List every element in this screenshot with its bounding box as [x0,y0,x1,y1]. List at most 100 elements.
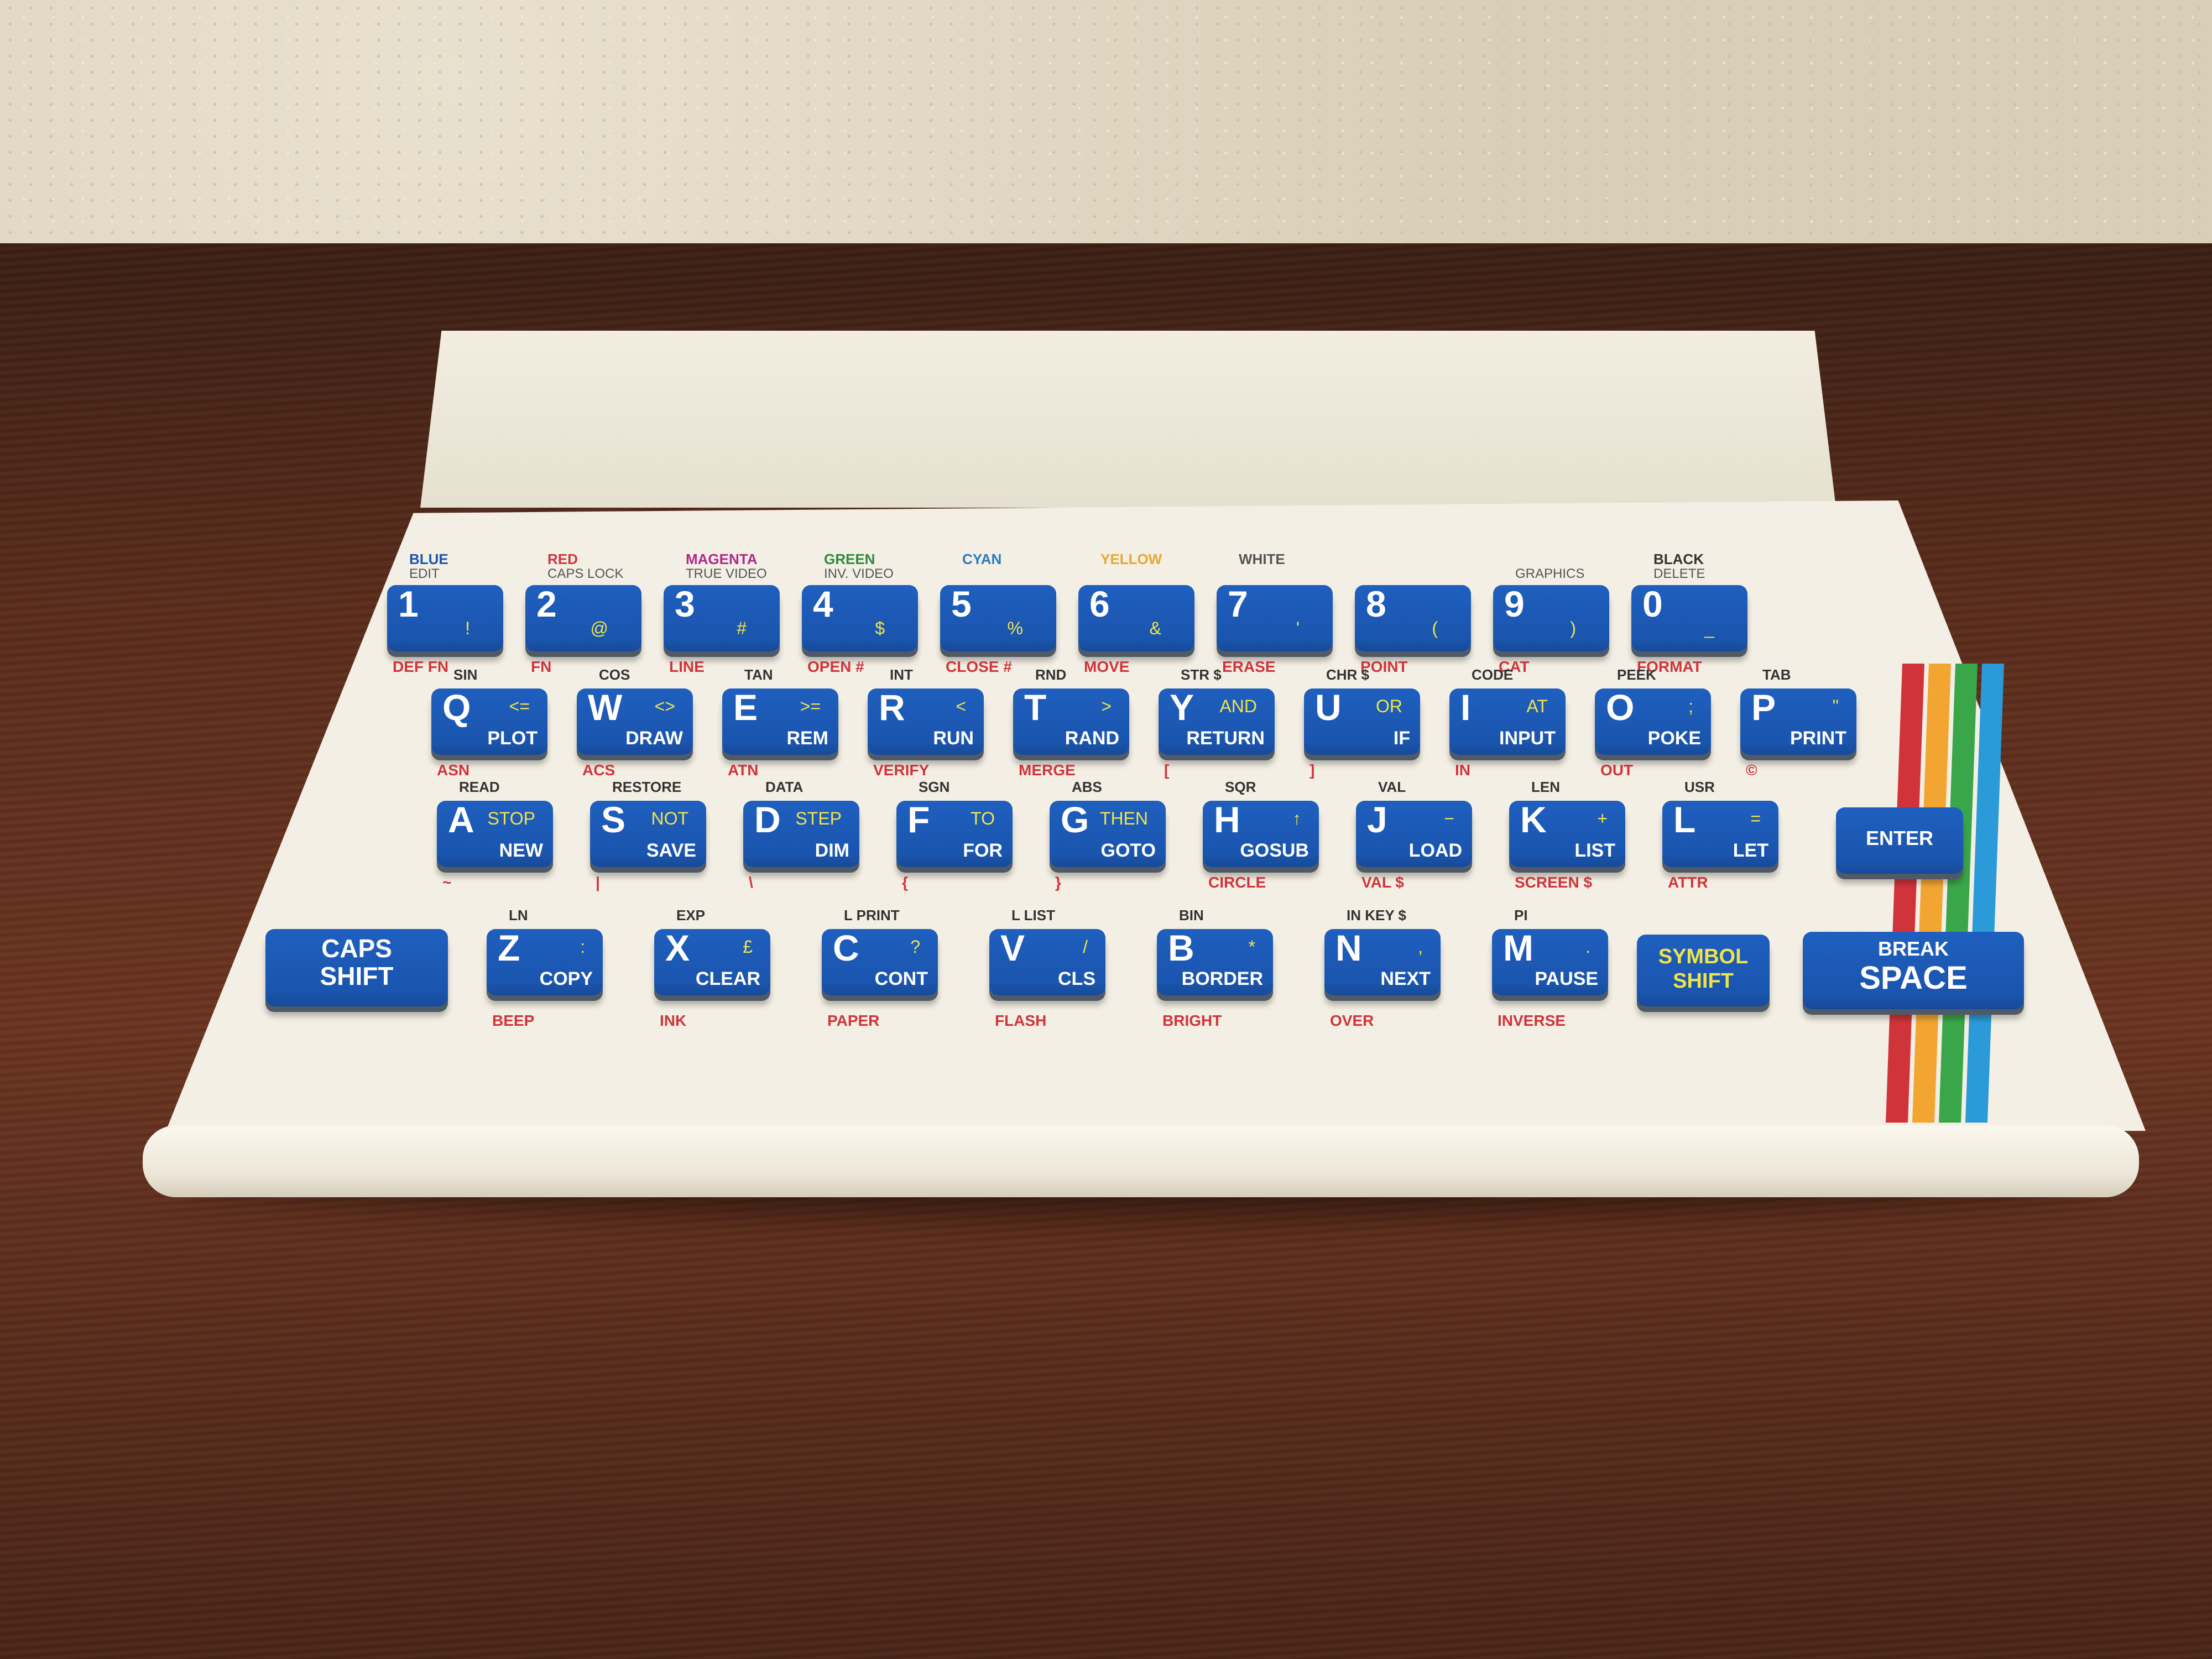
key-r[interactable]: R < RUN [868,687,984,755]
key-above-label: L PRINT [844,907,900,924]
key-8[interactable]: 8( [1355,583,1471,651]
key-above-label: WHITE [1239,551,1285,567]
symbol-shift-key[interactable]: SYMBOL SHIFT [1637,935,1770,1006]
key-5[interactable]: 5% [940,583,1056,651]
key-u[interactable]: U OR IF [1304,687,1420,755]
key-char: O [1606,687,1635,728]
key-p[interactable]: P " PRINT [1740,687,1856,755]
key-6[interactable]: 6 & [1078,583,1194,651]
key-symbol: TO [971,808,995,828]
key-7[interactable]: 7 ' [1217,583,1333,651]
key-e[interactable]: E >= REM [722,687,838,755]
key-above-secondary: EDIT [409,566,440,581]
key-above-label: GREEN [824,551,875,567]
key-1[interactable]: 1! [387,583,503,651]
key-below-label: OPEN # [807,658,864,675]
key-char: 2 [536,583,557,624]
key-g[interactable]: G THEN GOTO [1050,799,1166,867]
key-b[interactable]: B * BORDER [1157,927,1273,995]
key-command: SAVE [646,840,696,861]
key-symbol: ? [910,937,920,957]
key-h[interactable]: H ↑ GOSUB [1203,799,1319,867]
key-char: 7 [1228,583,1248,624]
space-label: SPACE [1859,960,1968,996]
key-n[interactable]: N, NEXT [1324,927,1441,995]
key-below-label: ATTR [1668,874,1708,891]
enter-key[interactable]: ENTER [1836,807,1963,874]
key-symbol: > [1101,696,1112,716]
key-above-label: SQR [1225,779,1256,795]
key-a[interactable]: A STOP NEW [437,799,553,867]
key-m[interactable]: M. PAUSE [1492,927,1608,995]
key-symbol: + [1597,808,1608,828]
key-command: PRINT [1790,728,1846,749]
key-char: A [448,799,474,840]
key-char: T [1024,687,1047,728]
key-symbol: / [1083,937,1088,957]
key-below-label: BRIGHT [1162,1012,1222,1029]
key-below-label: ~ [442,874,452,891]
key-0[interactable]: 0 _ [1631,583,1747,651]
key-v[interactable]: V / CLS [989,927,1105,995]
key-j[interactable]: J − LOAD [1356,799,1472,867]
key-symbol: STEP [795,808,842,828]
key-command: BORDER [1181,968,1263,989]
key-symbol: = [1750,808,1761,828]
key-below-label: LINE [669,658,705,675]
key-above-label: INT [890,666,913,683]
key-above-label: TAB [1762,666,1791,683]
key-char: 1 [398,583,419,624]
key-char: B [1168,927,1194,968]
key-i[interactable]: I AT INPUT [1449,687,1566,755]
key-symbol: <= [509,696,530,716]
caps-shift-label: CAPS SHIFT [320,934,394,990]
key-char: Z [498,927,520,968]
key-l[interactable]: L = LET [1662,799,1778,867]
key-char: R [879,687,905,728]
key-below-label: PAPER [827,1012,880,1029]
key-below-label: VAL $ [1361,874,1404,891]
key-above-secondary: INV. VIDEO [824,566,894,581]
key-symbol: & [1149,618,1161,638]
key-o[interactable]: O; POKE [1595,687,1711,755]
key-below-label: VERIFY [873,761,930,779]
key-q[interactable]: Q <= PLOT [431,687,547,755]
key-d[interactable]: D STEP DIM [743,799,859,867]
key-char: P [1751,687,1776,728]
key-symbol: NOT [651,808,688,828]
key-s[interactable]: S NOT SAVE [590,799,706,867]
key-char: K [1520,799,1547,840]
key-k[interactable]: K + LIST [1509,799,1625,867]
key-char: W [588,687,623,728]
key-f[interactable]: F TO FOR [896,799,1013,867]
key-t[interactable]: T > RAND [1013,687,1129,755]
key-below-label: | [596,874,600,891]
key-x[interactable]: X £ CLEAR [654,927,770,995]
key-char: G [1061,799,1089,840]
key-char: U [1315,687,1342,728]
key-symbol: : [580,937,585,957]
key-above-label: IN KEY $ [1347,907,1406,924]
key-below-label: CLOSE # [946,658,1012,675]
key-symbol: % [1007,618,1023,638]
key-above-label: COS [599,666,630,683]
key-9[interactable]: 9) [1493,583,1609,651]
key-char: F [907,799,930,840]
key-c[interactable]: C? CONT [822,927,938,995]
key-2[interactable]: 2 @ [525,583,641,651]
key-above-label: PI [1514,907,1528,924]
key-below-label: [ [1164,761,1170,779]
key-z[interactable]: Z: COPY [487,927,603,995]
key-3[interactable]: 3 # [664,583,780,651]
key-w[interactable]: W <> DRAW [577,687,693,755]
key-command: LOAD [1408,840,1462,861]
key-char: V [1000,927,1025,968]
key-command: CLEAR [695,968,760,989]
key-4[interactable]: 4 $ [802,583,918,651]
key-command: DIM [815,840,849,861]
break-space-key[interactable]: BREAK SPACE [1803,932,2024,1009]
caps-shift-key[interactable]: CAPS SHIFT [265,929,448,1006]
key-symbol: . [1585,937,1590,957]
key-command: REM [786,728,828,749]
key-y[interactable]: Y AND RETURN [1159,687,1275,755]
